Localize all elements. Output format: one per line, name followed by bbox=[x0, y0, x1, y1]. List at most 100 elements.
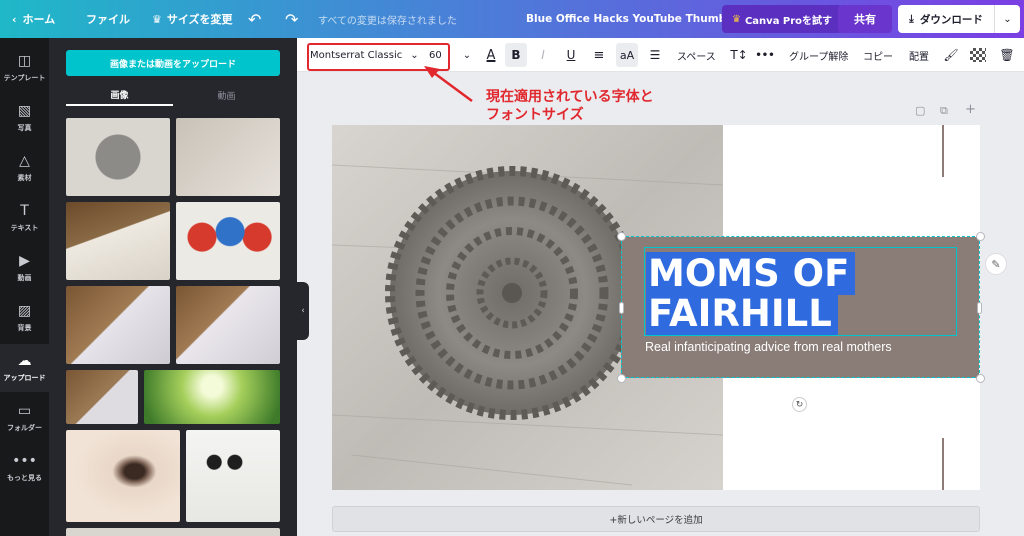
nav-label: アップロード bbox=[3, 374, 46, 382]
annotation-text: 現在適用されている字体と フォントサイズ bbox=[486, 88, 654, 124]
bold-button[interactable]: B bbox=[505, 43, 527, 67]
nav-label: テキスト bbox=[10, 224, 39, 232]
chevron-left-icon: ‹ bbox=[12, 12, 17, 26]
upload-media-button[interactable]: 画像または動画をアップロード bbox=[66, 50, 280, 76]
text-color-button[interactable]: A bbox=[483, 38, 499, 72]
upload-icon: ☁ bbox=[17, 353, 32, 369]
nav-label: 背景 bbox=[17, 324, 32, 332]
document-title[interactable]: Blue Office Hacks YouTube Thumbnail bbox=[526, 0, 748, 38]
resize-handle[interactable] bbox=[617, 232, 626, 241]
annotation-line2: フォントサイズ bbox=[486, 107, 584, 123]
download-label: ダウンロード bbox=[919, 13, 983, 26]
trash-icon[interactable]: 🗑 bbox=[999, 38, 1015, 72]
resize-label: サイズを変更 bbox=[166, 13, 233, 26]
resize-button[interactable]: ♛ サイズを変更 bbox=[152, 0, 233, 38]
upload-thumbnail[interactable] bbox=[176, 202, 280, 280]
redo-icon[interactable]: ↷ bbox=[285, 0, 298, 38]
nav-more[interactable]: ••• もっと見る bbox=[0, 444, 49, 492]
letter-case-button[interactable]: aA bbox=[616, 43, 638, 67]
undo-icon[interactable]: ↶ bbox=[248, 0, 261, 38]
resize-handle[interactable] bbox=[976, 374, 985, 383]
annotation-line1: 現在適用されている字体と bbox=[486, 89, 654, 105]
more-options-icon[interactable]: ••• bbox=[755, 38, 774, 72]
transparency-icon[interactable] bbox=[970, 48, 986, 62]
resize-handle[interactable] bbox=[977, 302, 982, 314]
upload-thumbnail[interactable] bbox=[66, 430, 180, 522]
nav-photos[interactable]: ▧ 写真 bbox=[0, 94, 49, 142]
chevron-down-icon[interactable]: ⌄ bbox=[994, 5, 1020, 33]
decorative-line bbox=[942, 125, 944, 177]
upload-thumbnail[interactable] bbox=[176, 286, 280, 364]
nav-label: フォルダー bbox=[7, 424, 42, 432]
paint-roller-icon[interactable]: 🖌 bbox=[943, 38, 959, 72]
nav-templates[interactable]: ◫ テンプレート bbox=[0, 44, 49, 92]
underline-button[interactable]: U bbox=[563, 38, 579, 72]
resize-handle[interactable] bbox=[619, 302, 624, 314]
nav-uploads[interactable]: ☁ アップロード bbox=[0, 344, 49, 392]
home-button[interactable]: ‹ ホーム bbox=[12, 0, 55, 38]
crown-icon: ♛ bbox=[152, 12, 162, 26]
upload-thumbnail[interactable] bbox=[66, 202, 170, 280]
nav-folders[interactable]: ▭ フォルダー bbox=[0, 394, 49, 442]
nav-label: 写真 bbox=[17, 124, 32, 132]
crown-icon: ♛ bbox=[732, 13, 741, 25]
upload-thumbnail[interactable] bbox=[176, 118, 280, 196]
upload-thumbnail[interactable] bbox=[186, 430, 280, 522]
text-effects-icon[interactable]: T↕ bbox=[730, 38, 747, 72]
resize-handle[interactable] bbox=[617, 374, 626, 383]
template-icon: ◫ bbox=[17, 53, 32, 69]
nav-background[interactable]: ▨ 背景 bbox=[0, 294, 49, 342]
upload-thumbnail[interactable] bbox=[66, 370, 138, 424]
nav-video[interactable]: ▶ 動画 bbox=[0, 244, 49, 292]
spacing-button[interactable]: スペース bbox=[677, 38, 716, 72]
add-page-button[interactable]: +新しいページを追加 bbox=[332, 506, 980, 532]
save-status: すべての変更は保存されました bbox=[318, 15, 457, 27]
upload-thumbnail[interactable] bbox=[66, 286, 170, 364]
list-icon[interactable]: ☰ bbox=[647, 38, 663, 72]
copy-button[interactable]: コピー bbox=[863, 38, 893, 72]
upload-thumbnail[interactable] bbox=[144, 370, 280, 424]
try-pro-label: Canva Proを試す bbox=[744, 15, 833, 27]
background-icon: ▨ bbox=[17, 303, 32, 319]
nav-label: もっと見る bbox=[7, 474, 42, 482]
nav-label: 素材 bbox=[17, 174, 32, 182]
file-menu[interactable]: ファイル bbox=[86, 0, 130, 38]
notes-icon[interactable]: ▢ bbox=[915, 104, 925, 117]
tab-images[interactable]: 画像 bbox=[66, 84, 173, 106]
top-bar: ‹ ホーム ファイル ♛ サイズを変更 ↶ ↷ すべての変更は保存されました B… bbox=[0, 0, 1024, 38]
uploads-panel: 画像または動画をアップロード 画像 動画 bbox=[49, 38, 297, 536]
download-icon: ⤓ bbox=[909, 12, 914, 25]
rotate-icon[interactable]: ↻ bbox=[792, 397, 807, 412]
nav-label: テンプレート bbox=[3, 74, 46, 82]
elements-icon: △ bbox=[19, 153, 30, 169]
arrange-button[interactable]: 配置 bbox=[909, 38, 929, 72]
collapse-panel-button[interactable]: ‹ bbox=[297, 282, 309, 340]
more-icon: ••• bbox=[12, 453, 37, 469]
chevron-down-icon[interactable]: ⌄ bbox=[459, 38, 475, 72]
subtitle-text[interactable]: Real infanticipating advice from real mo… bbox=[645, 340, 892, 354]
folder-icon: ▭ bbox=[17, 403, 32, 419]
headline-line1-text: MOMS OF bbox=[646, 252, 856, 295]
upload-thumbnail[interactable] bbox=[66, 118, 170, 196]
video-icon: ▶ bbox=[19, 253, 30, 269]
decorative-line bbox=[942, 438, 944, 490]
resize-handle[interactable] bbox=[976, 232, 985, 241]
share-button[interactable]: 共有 bbox=[838, 5, 892, 33]
tab-videos[interactable]: 動画 bbox=[173, 84, 280, 106]
download-button[interactable]: ⤓ ダウンロード bbox=[898, 5, 994, 33]
align-left-icon[interactable]: ≡ bbox=[591, 38, 607, 72]
upload-thumbnail[interactable] bbox=[66, 528, 280, 536]
try-pro-button[interactable]: ♛ Canva Proを試す bbox=[722, 5, 843, 33]
add-page-icon[interactable]: + bbox=[965, 102, 976, 117]
italic-button[interactable]: I bbox=[535, 38, 551, 72]
headline-line2[interactable]: FAIRHILL bbox=[646, 292, 838, 335]
comment-icon[interactable]: ✎ bbox=[985, 253, 1007, 275]
nav-elements[interactable]: △ 素材 bbox=[0, 144, 49, 192]
font-highlight-box bbox=[307, 43, 450, 71]
text-icon: T bbox=[20, 203, 29, 219]
ungroup-button[interactable]: グループ解除 bbox=[789, 38, 848, 72]
duplicate-page-icon[interactable]: ⧉ bbox=[940, 104, 948, 118]
nav-text[interactable]: T テキスト bbox=[0, 194, 49, 242]
headline-line1[interactable]: MOMS OF bbox=[646, 252, 856, 295]
photo-icon: ▧ bbox=[17, 103, 32, 119]
